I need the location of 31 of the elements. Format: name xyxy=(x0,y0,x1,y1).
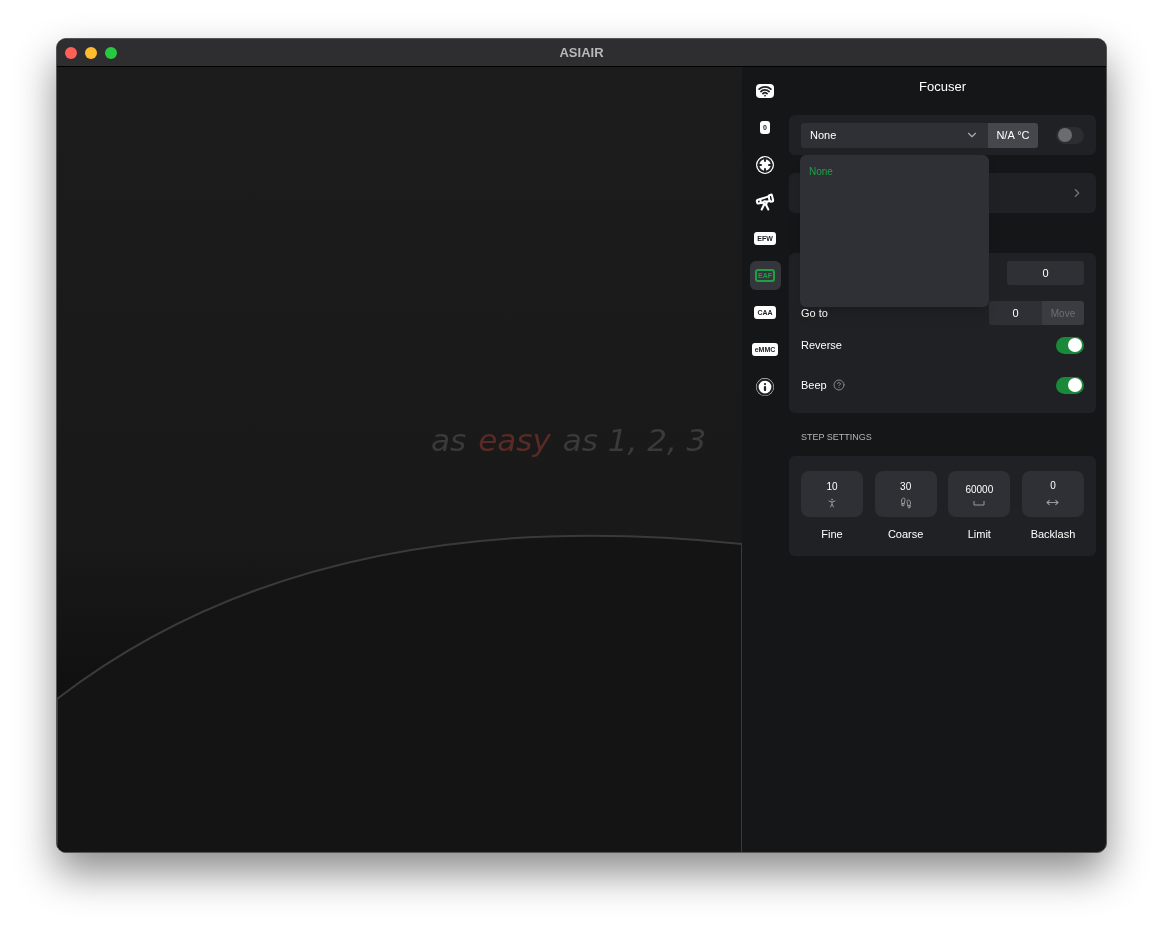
step-tile[interactable]: 0 xyxy=(1021,470,1084,517)
menu-option[interactable]: None xyxy=(809,164,980,179)
panel-title: Focuser xyxy=(918,78,967,96)
zoom-button[interactable] xyxy=(105,46,117,59)
step-tile[interactable]: 60000 xyxy=(948,470,1011,517)
help-icon[interactable] xyxy=(832,379,845,391)
step-tile[interactable]: 10 xyxy=(801,470,863,517)
crosshair-icon xyxy=(756,155,774,174)
toggle-switch[interactable] xyxy=(1056,336,1084,354)
position-field[interactable]: 0 xyxy=(1007,261,1084,285)
goto-label: Go to xyxy=(801,305,828,321)
step-label: Coarse xyxy=(887,526,924,542)
close-button[interactable] xyxy=(65,46,77,59)
telescope-icon xyxy=(755,191,775,212)
device-dropdown[interactable]: None xyxy=(801,122,988,148)
step-label: Limit xyxy=(967,526,991,542)
wifi-icon xyxy=(756,83,774,98)
toggle-label: Reverse xyxy=(801,337,842,353)
toggle-switch[interactable] xyxy=(1056,126,1084,144)
window-title: ASIAIR xyxy=(558,43,605,62)
step-label: Backlash xyxy=(1030,526,1076,542)
bracket-icon xyxy=(973,499,986,506)
temperature-label: N/A °C xyxy=(988,122,1038,148)
toggle-switch[interactable] xyxy=(1056,376,1084,394)
info-icon xyxy=(756,377,774,396)
walking-person-icon xyxy=(826,496,838,509)
toggle-label: Beep xyxy=(801,377,827,393)
minimize-button[interactable] xyxy=(85,46,97,59)
step-tile[interactable]: 30 xyxy=(874,470,937,517)
section-heading: STEP SETTINGS xyxy=(800,431,873,444)
step-label: Fine xyxy=(821,526,843,542)
